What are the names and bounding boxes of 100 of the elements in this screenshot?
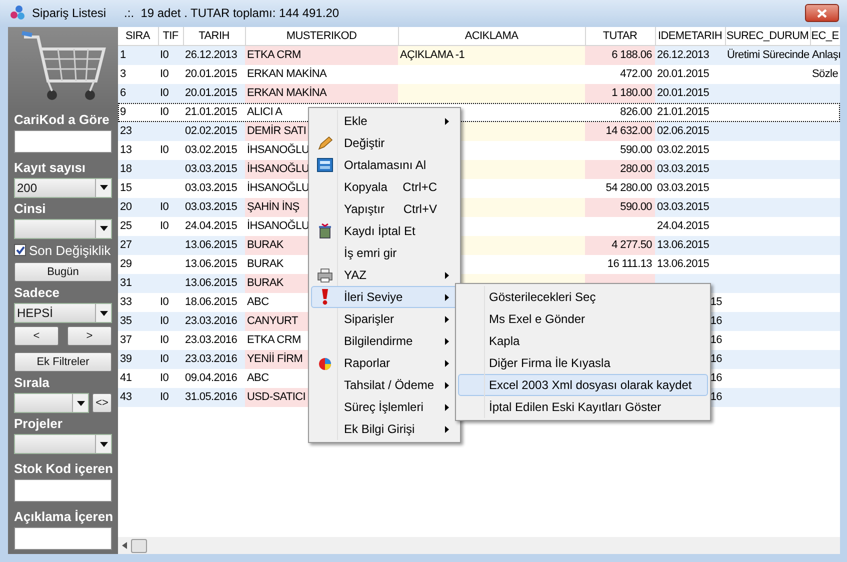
sira-cell: 37 [120, 334, 132, 346]
submenu-arrow-icon [445, 338, 449, 344]
date-cell: 24.04.2015 [185, 220, 238, 232]
sira-cell: 3 [120, 68, 126, 80]
dropdown[interactable] [14, 434, 112, 454]
submenu-arrow-icon [445, 118, 449, 124]
tif-cell: I0 [160, 220, 169, 232]
dropdown-arrow-icon [100, 226, 108, 231]
menu-item[interactable]: Gösterilecekleri Seç [458, 286, 708, 308]
menu-item[interactable]: İleri Seviye [311, 286, 458, 308]
tif-cell: I0 [160, 390, 169, 403]
dropdown[interactable] [14, 218, 112, 238]
submenu-arrow-icon [445, 360, 449, 366]
menu-item[interactable]: Kapla [458, 330, 708, 352]
filter-label: CariKod a Göre [14, 110, 110, 128]
dropdown-arrow-icon [100, 310, 108, 316]
filter-label: Cinsi [14, 200, 47, 216]
sira-cell: 23 [120, 124, 132, 137]
column-header[interactable]: TARIH [183, 26, 245, 46]
tif-cell: I0 [160, 68, 169, 80]
dropdown[interactable]: 200 [14, 178, 112, 198]
date-cell: 23.03.2016 [185, 352, 238, 365]
menu-item[interactable]: Kopyala Ctrl+C [311, 176, 458, 198]
submenu-arrow-icon [445, 404, 449, 410]
customer-cell: ALICI A [247, 106, 282, 118]
checkbox-label: Son Değişiklik [29, 242, 111, 260]
column-header[interactable]: TUTAR [585, 26, 655, 46]
status-cell: Üretimi Sürecinde [727, 49, 810, 61]
scroll-thumb[interactable] [131, 538, 147, 552]
input-field[interactable] [14, 130, 112, 152]
extra-filters-button[interactable]: Ek Filtreler [14, 352, 112, 372]
date-cell: 20.01.2015 [185, 86, 238, 99]
menu-item[interactable]: Raporlar [311, 352, 458, 374]
sira-cell: 33 [120, 296, 132, 308]
trash-icon [317, 223, 333, 239]
tif-cell: I0 [160, 49, 169, 61]
dropdown-arrow-icon [100, 442, 108, 446]
amount-cell: 16 111.13 [607, 258, 652, 270]
today-button[interactable]: Bugün [14, 262, 112, 282]
column-header[interactable]: SUREC_DURUM [725, 26, 810, 46]
dropdown[interactable]: HEPSİ [14, 303, 112, 323]
payment-date-cell: 03.02.2015 [657, 144, 710, 156]
sira-cell: 6 [120, 86, 126, 99]
amount-cell: 472.00 [620, 68, 652, 80]
previous-button[interactable]: < [14, 326, 59, 346]
sira-cell: 31 [120, 276, 132, 289]
menu-item[interactable]: Siparişler [311, 308, 458, 330]
submenu-arrow-icon [445, 294, 449, 300]
date-cell: 13.06.2015 [185, 276, 238, 289]
customer-cell: ERKAN MAKİNA [247, 86, 327, 99]
tif-cell: I0 [160, 200, 169, 213]
scroll-left-icon [122, 542, 127, 549]
column-header[interactable]: IDEMETARIH [655, 26, 725, 46]
column-header[interactable]: TIF [158, 26, 183, 46]
date-cell: 02.02.2015 [185, 124, 238, 137]
menu-item-label: Diğer Firma İle Kıyasla [489, 355, 610, 372]
table-row[interactable]: 3 I0 20.01.2015 ERKAN MAKİNA 472.00 20.01.2015 Sözle [118, 64, 840, 84]
close-button[interactable] [805, 4, 839, 22]
menu-item[interactable]: Diğer Firma İle Kıyasla [458, 352, 708, 374]
payment-date-cell: 24.04.2015 [657, 220, 710, 232]
column-header[interactable]: ACIKLAMA [398, 26, 585, 46]
date-cell: 13.06.2015 [185, 258, 238, 270]
printer-icon [317, 267, 333, 283]
submenu-arrow-icon [445, 272, 449, 278]
customer-cell: BURAK [247, 258, 284, 270]
table-row[interactable]: 1 I0 26.12.2013 ETKA CRM AÇIKLAMA -1 6 188.06 26.12.2013 Üretimi Sürecinde Anlaşı [118, 46, 840, 64]
app-icon [10, 5, 26, 22]
menu-item[interactable]: Bilgilendirme [311, 330, 458, 352]
menu-item[interactable]: Ms Exel e Gönder [458, 308, 708, 330]
input-field[interactable] [14, 479, 112, 502]
sira-cell: 9 [120, 106, 126, 118]
menu-item-label: Siparişler [344, 311, 394, 328]
tif-cell: I0 [160, 372, 169, 384]
menu-item-label: Yapıştır [344, 201, 384, 218]
column-header[interactable]: SIRA [118, 26, 158, 46]
date-cell: 03.03.2015 [185, 182, 238, 194]
input-field[interactable] [14, 527, 112, 550]
column-header[interactable]: MUSTERIKOD [245, 26, 398, 46]
checkbox[interactable] [14, 244, 26, 256]
filter-label: Projeler [14, 415, 64, 432]
menu-item[interactable]: Excel 2003 Xml dosyası olarak kaydet [458, 374, 708, 396]
payment-date-cell: 13.06.2015 [657, 258, 710, 270]
tif-cell: I0 [160, 106, 169, 118]
column-header[interactable]: EC_E [810, 26, 840, 46]
customer-cell: ERKAN MAKİNA [247, 68, 327, 80]
tif-cell: I0 [160, 352, 169, 365]
date-cell: 23.03.2016 [185, 334, 238, 346]
sira-cell: 20 [120, 200, 132, 213]
horizontal-scrollbar[interactable] [118, 537, 840, 554]
table-row[interactable]: 6 I0 20.01.2015 ERKAN MAKİNA 1 180.00 20.01.2015 [118, 84, 840, 102]
menu-item-label: İleri Seviye [344, 289, 403, 306]
customer-cell: ABC [247, 372, 269, 384]
next-button[interactable]: > [67, 326, 112, 346]
sira-cell: 29 [120, 258, 132, 270]
menu-item[interactable]: Ek Bilgi Girişi [311, 418, 458, 440]
customer-cell: DEMİR SATI [247, 124, 306, 137]
sort-direction-button[interactable]: <> [92, 393, 112, 413]
dropdown[interactable] [14, 393, 89, 413]
filter-label: Sadece [14, 284, 61, 301]
payment-date-cell: 21.01.2015 [657, 106, 710, 118]
